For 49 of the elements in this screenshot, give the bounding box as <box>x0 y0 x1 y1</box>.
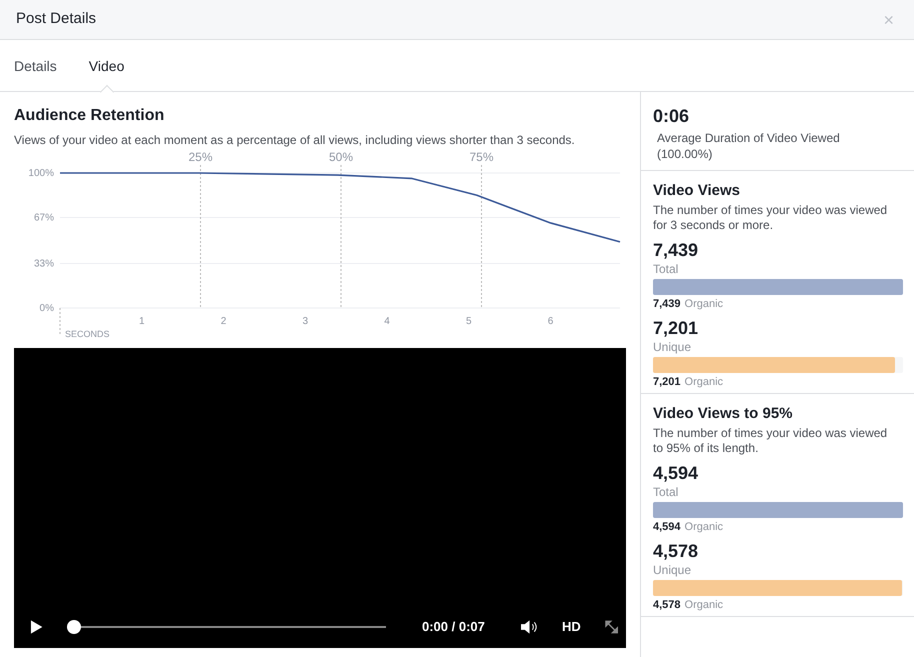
volume-icon[interactable] <box>520 620 538 634</box>
metric-description: The number of times your video was viewed to 95% of its length. <box>653 426 888 456</box>
metric-description: The number of times your video was viewed for 3 seconds or more. <box>653 203 888 233</box>
tab[interactable]: Details <box>14 40 57 91</box>
marker-label: 25% <box>188 150 213 164</box>
metric-label: Unique <box>653 339 692 355</box>
x-axis-label: SECONDS <box>65 329 110 338</box>
breakdown-value: 4,578 <box>653 598 681 612</box>
breakdown-label: Organic <box>684 375 724 389</box>
video-player[interactable]: 0:00 / 0:07 HD <box>14 348 626 648</box>
time-display: 0:00 / 0:07 <box>422 618 485 636</box>
x-tick-label: 3 <box>302 316 308 327</box>
section-description: Views of your video at each moment as a percentage of all views, including views shorter than 3 seconds. <box>14 132 576 148</box>
metric-label: Total <box>653 484 680 500</box>
play-icon[interactable] <box>30 620 44 634</box>
marker-label: 75% <box>469 150 494 164</box>
average-duration-label: Average Duration of Video Viewed (100.00%) <box>656 130 841 162</box>
average-duration-value: 0:06 <box>653 105 690 128</box>
window-title: Post Details <box>16 9 96 30</box>
x-tick-label: 6 <box>548 316 554 327</box>
marker-label: 50% <box>328 150 354 164</box>
x-tick-label: 2 <box>220 316 226 327</box>
section-title: Audience Retention <box>14 106 166 126</box>
metric-title: Video Views <box>653 181 741 201</box>
metric-label: Total <box>653 261 680 277</box>
y-tick-label: 100% <box>28 168 54 179</box>
breakdown-label: Organic <box>684 598 724 612</box>
y-tick-label: 0% <box>40 303 54 314</box>
y-tick-label: 33% <box>34 258 54 270</box>
metric-label: Unique <box>653 562 692 578</box>
x-tick-label: 1 <box>138 316 145 327</box>
breakdown-value: 7,439 <box>653 297 681 311</box>
tab[interactable]: Video <box>88 40 124 91</box>
x-tick-label: 4 <box>384 316 390 327</box>
breakdown-label: Organic <box>684 520 724 534</box>
fullscreen-icon[interactable] <box>604 620 618 634</box>
seek-thumb[interactable] <box>67 620 82 634</box>
breakdown-value: 7,201 <box>653 375 681 389</box>
seek-track[interactable] <box>67 620 386 634</box>
hd-toggle[interactable]: HD <box>562 617 581 637</box>
metric-value: 4,594 <box>653 462 700 484</box>
y-tick-label: 67% <box>34 212 54 224</box>
metric-value: 4,578 <box>653 540 700 562</box>
metric-value: 7,201 <box>653 317 700 339</box>
metric-value: 7,439 <box>653 239 700 261</box>
x-tick-label: 5 <box>466 316 472 327</box>
breakdown-value: 4,594 <box>653 520 681 534</box>
metric-title: Video Views to 95% <box>653 404 794 424</box>
breakdown-label: Organic <box>684 297 724 311</box>
